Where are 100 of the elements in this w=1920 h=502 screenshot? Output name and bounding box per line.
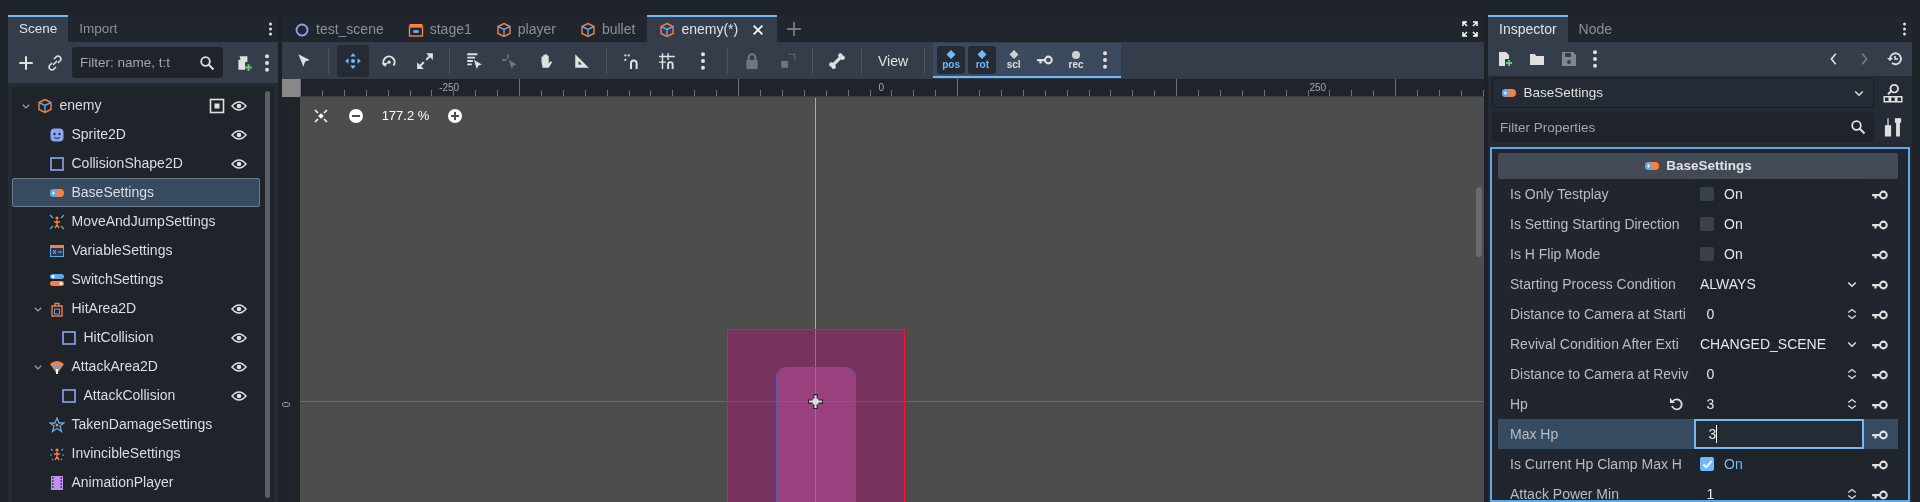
search-icon bbox=[1849, 119, 1866, 135]
chain-link-icon bbox=[47, 54, 63, 71]
checkmark-icon bbox=[1701, 458, 1713, 470]
tree-item[interactable]: HitArea2D bbox=[12, 294, 260, 323]
tree-item[interactable]: VariableSettings bbox=[12, 236, 260, 265]
tree-item[interactable]: AttackArea2D bbox=[12, 352, 260, 381]
more-icon[interactable] bbox=[1903, 21, 1906, 38]
more-icon bbox=[701, 51, 705, 70]
more-icon bbox=[265, 53, 269, 72]
tree-item[interactable]: SwitchSettings bbox=[12, 265, 260, 294]
floppy-icon bbox=[1561, 51, 1577, 67]
editor-tab[interactable]: stage1 bbox=[395, 15, 484, 42]
node-name: MoveAndJumpSettings bbox=[71, 212, 217, 231]
node-name: InvincibleSettings bbox=[71, 444, 182, 463]
node-name: AttackCollision bbox=[83, 386, 177, 405]
node-name: AnimationPlayer bbox=[71, 473, 175, 492]
cube-icon bbox=[495, 21, 512, 38]
more-icon bbox=[1593, 50, 1597, 68]
tree-item[interactable]: enemy bbox=[12, 91, 260, 120]
zoom-level: 177.2 % bbox=[380, 107, 431, 126]
tool-button[interactable] bbox=[337, 44, 369, 77]
node-name: BaseSettings bbox=[71, 183, 155, 202]
filter-field[interactable]: Filter: name, t:t bbox=[72, 47, 223, 78]
property-label: Starting Process Condition bbox=[1510, 274, 1676, 294]
dock-tab[interactable]: Node bbox=[1567, 15, 1624, 42]
keyframe-toggle[interactable]: rec bbox=[1062, 45, 1091, 74]
grid-magnet-icon bbox=[658, 51, 676, 70]
node-name: TakenDamageSettings bbox=[71, 415, 214, 434]
editor-tab[interactable]: test_scene bbox=[282, 15, 396, 42]
property-label: Distance to Camera at Starti bbox=[1510, 304, 1686, 324]
diamond-icon bbox=[946, 49, 957, 59]
circle-icon bbox=[294, 21, 310, 38]
scrollbar[interactable] bbox=[1476, 187, 1482, 257]
scale-arrows-icon bbox=[416, 51, 434, 70]
square-icon bbox=[61, 329, 77, 346]
center-arrows-icon bbox=[313, 108, 329, 124]
tree-item[interactable]: AttackCollision bbox=[12, 381, 260, 410]
tree-item[interactable]: HitCollision bbox=[12, 323, 260, 352]
property-label: Max Hp bbox=[1510, 424, 1559, 444]
toggle-icon bbox=[49, 271, 65, 288]
tree-item[interactable]: CollisionShape2D bbox=[12, 149, 260, 178]
node-name: AttackArea2D bbox=[71, 357, 159, 376]
more-icon[interactable] bbox=[269, 21, 272, 38]
view-menu[interactable]: View bbox=[870, 53, 917, 68]
sprite-face-icon bbox=[49, 126, 65, 143]
node-name: enemy bbox=[59, 96, 103, 115]
ruler-label: 0 bbox=[878, 81, 884, 95]
cube-icon bbox=[37, 97, 53, 114]
keyframe-toggle[interactable]: rot bbox=[968, 45, 997, 74]
tree-item[interactable]: MoveAndJumpSettings bbox=[12, 207, 260, 236]
star-icon bbox=[49, 416, 65, 433]
tree-item[interactable]: Sprite2D bbox=[12, 120, 260, 149]
node-name: VariableSettings bbox=[71, 241, 174, 260]
ruler-corner bbox=[282, 79, 300, 97]
film-strip-icon bbox=[49, 474, 65, 491]
square-icon bbox=[61, 387, 77, 404]
magnifier-doc-icon bbox=[1883, 83, 1903, 103]
spinner-arrows-icon bbox=[1846, 397, 1858, 411]
pivot-icon bbox=[807, 393, 824, 410]
node-name: HitArea2D bbox=[71, 299, 138, 318]
node-selector[interactable]: BaseSettings bbox=[1492, 78, 1874, 108]
script-plus-icon bbox=[235, 53, 253, 72]
tree-item[interactable]: AnimationPlayer bbox=[12, 468, 260, 497]
more-icon bbox=[1103, 50, 1108, 69]
spinner-arrows-icon bbox=[1846, 367, 1858, 381]
dock-tab[interactable]: Inspector bbox=[1488, 15, 1568, 42]
dock-tab[interactable]: Scene bbox=[8, 15, 69, 42]
number-field[interactable]: 3 bbox=[1694, 419, 1864, 449]
keyframe-toggle[interactable]: scl bbox=[999, 45, 1028, 74]
close-icon[interactable] bbox=[750, 23, 765, 38]
editor-tab[interactable]: player bbox=[483, 15, 568, 42]
keyframe-toggle[interactable]: pos bbox=[937, 45, 966, 74]
area-bag-icon bbox=[49, 300, 65, 317]
scrollbar[interactable] bbox=[265, 91, 270, 498]
node-name: SwitchSettings bbox=[71, 270, 165, 289]
history-icon bbox=[1887, 51, 1903, 67]
section-header[interactable]: BaseSettings bbox=[1498, 153, 1898, 179]
editor-tab[interactable]: bullet bbox=[567, 15, 648, 42]
cube-icon bbox=[579, 21, 596, 38]
property-label: Is H Flip Mode bbox=[1510, 244, 1601, 264]
tree-item[interactable]: BaseSettings bbox=[12, 178, 260, 207]
dock-tab[interactable]: Import bbox=[68, 15, 129, 42]
tree-item[interactable]: TakenDamageSettings bbox=[12, 410, 260, 439]
folder-icon bbox=[1529, 51, 1545, 67]
cube-icon bbox=[659, 21, 676, 38]
node-name: CollisionShape2D bbox=[71, 154, 184, 173]
spinner-arrows-icon bbox=[1846, 487, 1858, 500]
pivot-cursor-icon bbox=[501, 51, 519, 70]
minus-circle-icon bbox=[348, 108, 364, 124]
wrench-screwdriver-icon bbox=[1883, 117, 1903, 137]
ruler-label: -250 bbox=[439, 81, 460, 95]
property-label: Hp bbox=[1510, 394, 1528, 414]
clapper-icon bbox=[407, 21, 424, 38]
variable-icon bbox=[49, 242, 65, 259]
square-icon bbox=[49, 155, 65, 172]
dotted-square-icon[interactable] bbox=[208, 98, 225, 115]
tree-item[interactable]: InvincibleSettings bbox=[12, 439, 260, 468]
filter-field[interactable]: Filter Properties bbox=[1492, 112, 1874, 142]
file-plus-icon bbox=[1497, 51, 1513, 67]
editor-tab[interactable]: enemy(*) bbox=[647, 15, 777, 42]
